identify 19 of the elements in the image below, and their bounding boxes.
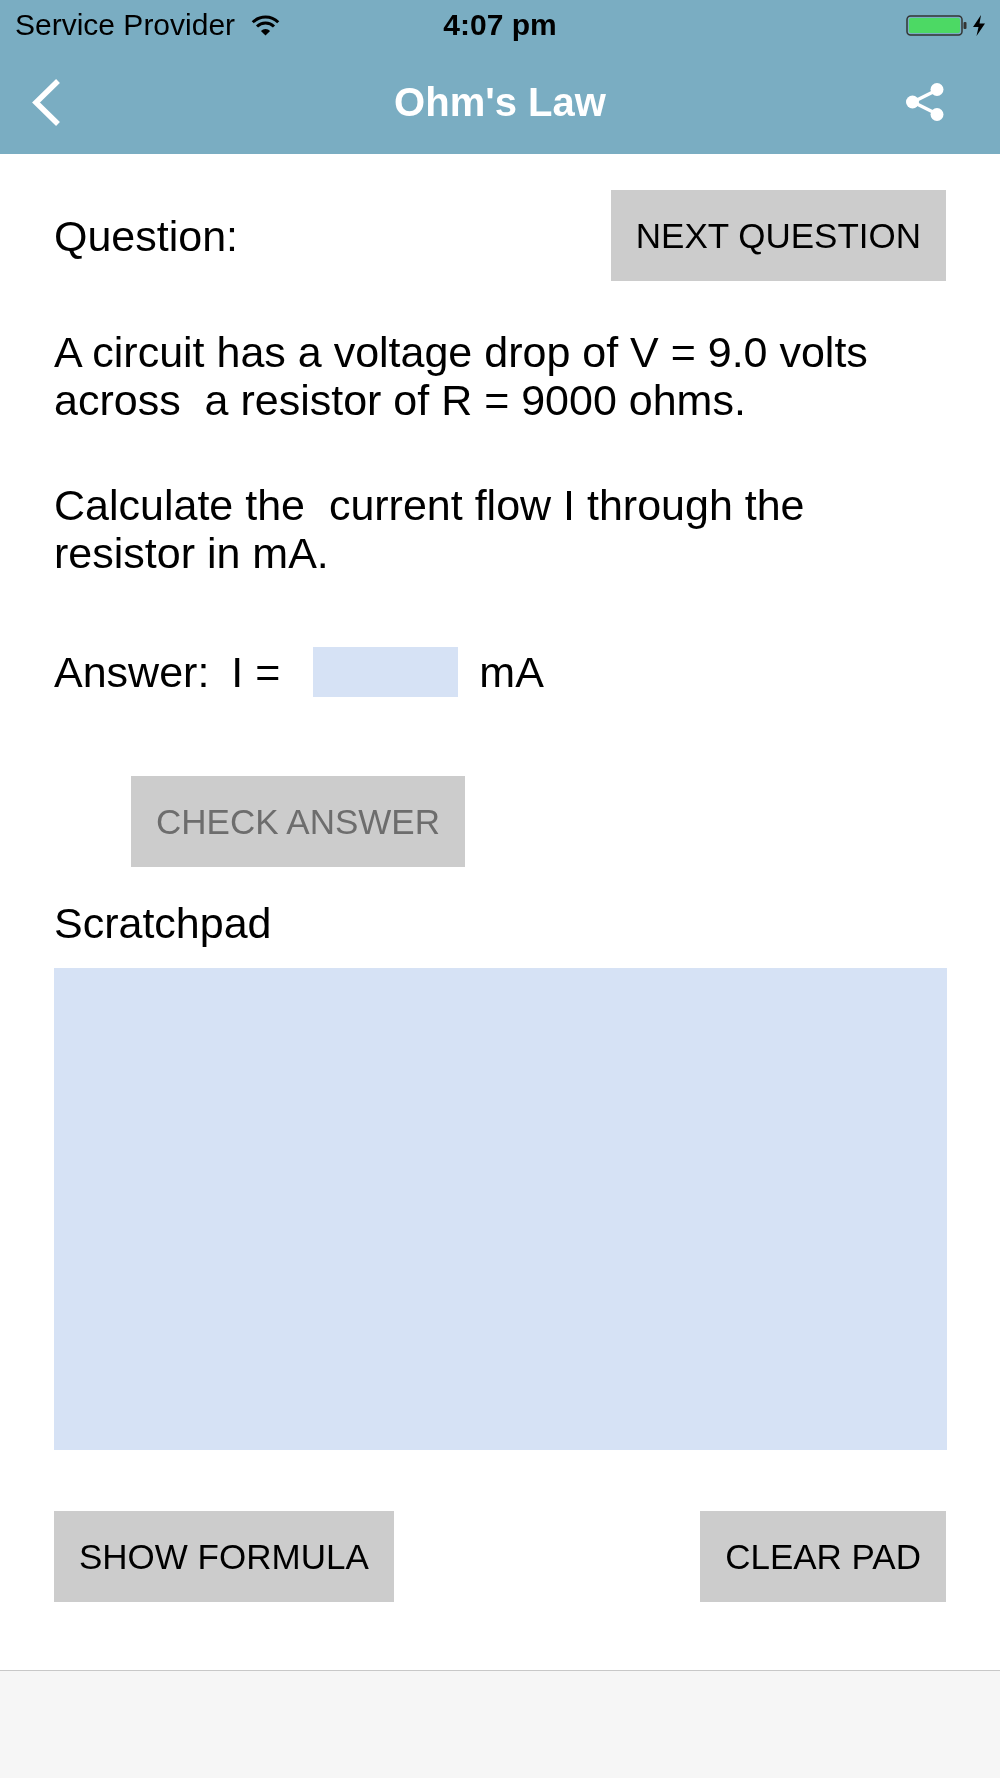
back-icon[interactable] [31, 77, 61, 127]
question-text: Calculate the current flow I through the resistor in mA. [54, 481, 806, 577]
clock-time: 4:07 pm [443, 7, 557, 43]
answer-field[interactable] [313, 647, 459, 697]
clear-pad-button[interactable]: CLEAR PAD [700, 1511, 946, 1602]
next-question-button[interactable]: NEXT QUESTION [610, 190, 946, 281]
charging-icon [973, 14, 985, 36]
question-text: A circuit has a voltage drop of V = 9.0 volts across a resistor of R = 9000 ohms. [54, 328, 869, 424]
battery-icon [906, 14, 967, 36]
carrier-name: Service Provider [15, 7, 236, 43]
variable-label: I = [231, 648, 281, 696]
screen-title: Ohm's Law [394, 79, 606, 125]
wifi-icon [251, 14, 281, 36]
scratchpad-label: Scratchpad [54, 899, 272, 947]
share-icon[interactable] [906, 83, 944, 121]
unit-label: mA [479, 648, 544, 696]
question-label: Question: [54, 211, 239, 260]
answer-label: Answer: [54, 648, 210, 696]
show-formula-button[interactable]: SHOW FORMULA [54, 1511, 394, 1602]
